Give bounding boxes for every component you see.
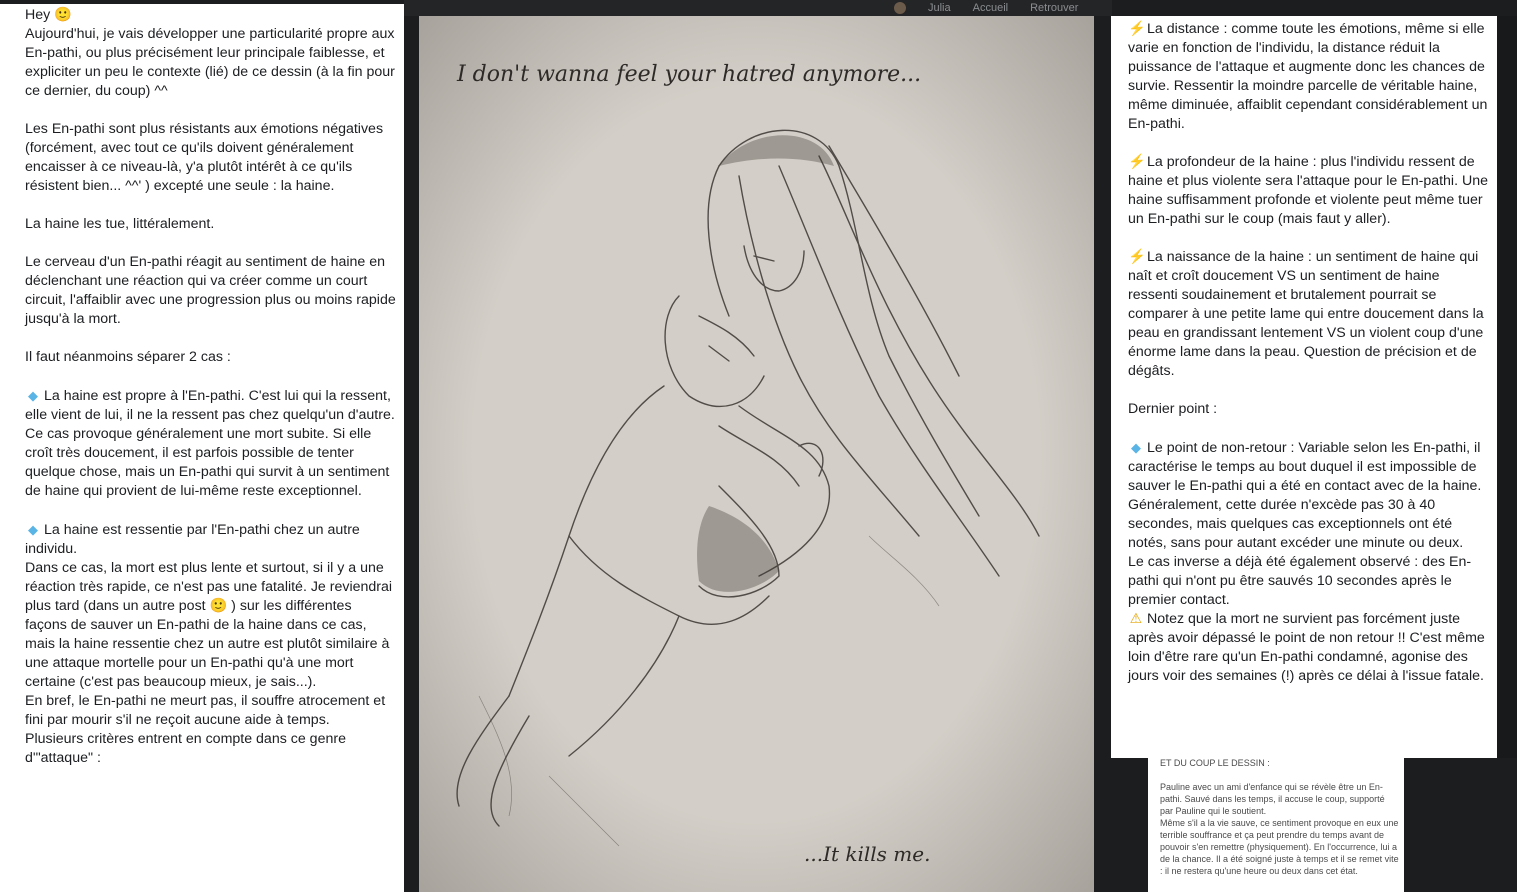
topbar-find-link[interactable]: Retrouver — [1030, 2, 1078, 14]
distance-text: La distance : comme toute les émotions, … — [1128, 21, 1488, 132]
blue-diamond-icon: ◆ — [1131, 440, 1141, 455]
two-cases-paragraph: Il faut néanmoins séparer 2 cas : — [25, 349, 231, 365]
sketch-image[interactable]: I don't wanna feel your hatred anymore..… — [419, 16, 1094, 892]
intro-paragraph: Hey 🙂 Aujourd'hui, je vais développer un… — [25, 7, 395, 99]
warning-paragraph: ⚠ Notez que la mort ne survient pas forcé… — [1128, 610, 1489, 686]
lightning-icon: ⚡ — [1128, 21, 1146, 37]
facebook-topbar: Julia Accueil Retrouver — [404, 0, 1112, 16]
birth-text: La naissance de la haine : un sentiment … — [1128, 249, 1484, 379]
blue-diamond-icon: ◆ — [28, 388, 38, 403]
warning-text: Notez que la mort ne survient pas forcém… — [1128, 611, 1485, 684]
case-two-paragraph: ◆ La haine est ressentie par l'En-pathi c… — [25, 520, 396, 768]
blue-diamond-icon: ◆ — [28, 522, 38, 537]
hatred-kills-paragraph: La haine les tue, littéralement. — [25, 216, 215, 232]
topbar-nav: Julia Accueil Retrouver — [894, 2, 1078, 14]
birth-paragraph: ⚡La naissance de la haine : un sentiment… — [1128, 248, 1489, 381]
no-return-paragraph: ◆ Le point de non-retour : Variable selon… — [1128, 438, 1489, 610]
topbar-home-link[interactable]: Accueil — [973, 2, 1008, 14]
case-one-paragraph: ◆ La haine est propre à l'En-pathi. C'est… — [25, 386, 396, 501]
post-text-left: Hey 🙂 Aujourd'hui, je vais développer un… — [0, 4, 404, 892]
lightning-icon: ⚡ — [1128, 154, 1146, 170]
sketch-caption-bottom: ...It kills me. — [804, 842, 931, 866]
depth-text: La profondeur de la haine : plus l'indiv… — [1128, 154, 1488, 227]
drawing-note-heading: ET DU COUP LE DESSIN : — [1160, 758, 1270, 768]
warning-icon: ⚠ — [1129, 611, 1143, 627]
lightning-icon: ⚡ — [1128, 249, 1146, 265]
depth-paragraph: ⚡La profondeur de la haine : plus l'indi… — [1128, 153, 1489, 229]
pencil-sketch-drawing — [419, 16, 1094, 892]
case-one-text: La haine est propre à l'En-pathi. C'est … — [25, 388, 395, 499]
post-text-right: ⚡La distance : comme toute les émotions,… — [1111, 16, 1497, 758]
drawing-note: ET DU COUP LE DESSIN : Pauline avec un a… — [1148, 757, 1404, 892]
last-point-paragraph: Dernier point : — [1128, 401, 1218, 417]
distance-paragraph: ⚡La distance : comme toute les émotions,… — [1128, 20, 1489, 134]
resistance-paragraph: Les En-pathi sont plus résistants aux ém… — [25, 121, 384, 194]
avatar[interactable] — [894, 2, 906, 14]
scrollbar[interactable] — [1497, 16, 1517, 758]
topbar-user-link[interactable]: Julia — [928, 2, 951, 14]
brain-reaction-paragraph: Le cerveau d'un En-pathi réagit au senti… — [25, 254, 396, 327]
drawing-note-body: Pauline avec un ami d'enfance qui se rév… — [1160, 782, 1399, 876]
no-return-text: Le point de non-retour : Variable selon … — [1128, 440, 1482, 608]
sketch-caption-top: I don't wanna feel your hatred anymore..… — [457, 62, 922, 87]
case-two-text: La haine est ressentie par l'En-pathi ch… — [25, 522, 393, 766]
